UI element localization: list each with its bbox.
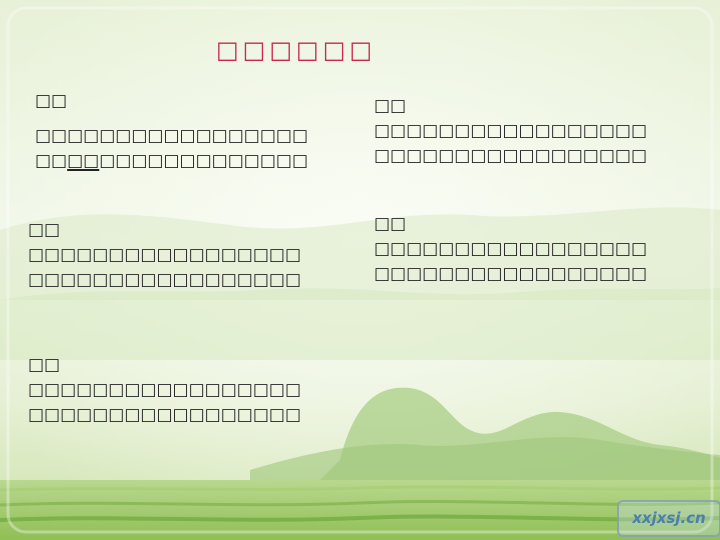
text-block-3: □□ □□□□□□□□□□□□□□□□□ □□□□□□□□□□□□□□□□□ xyxy=(28,218,301,293)
block-line: □□□□□□□□□□□□□□□□□ xyxy=(374,239,648,259)
block-line: □□□□□□□□□□□□□□□□□ xyxy=(374,264,648,284)
block-line: □□□□□□□□□□□□□□□□□ xyxy=(28,270,302,290)
block-line: □□□□□□□□□□□□□□□□□ xyxy=(28,405,302,425)
block-line: □□□□□□□□□□□□□□□□□ xyxy=(374,121,648,141)
text-block-4: □□ □□□□□□□□□□□□□□□□□ □□□□□□□□□□□□□□□□□ xyxy=(374,212,647,287)
underlined-text: □□ xyxy=(67,151,100,171)
block-line: □□□□□□□□□□□□□□□□□ xyxy=(28,380,302,400)
block-line: □□□□□□□□□□□□□□□□□ xyxy=(35,126,309,146)
block-line: □□□□□□□□□□□□□□□□□ xyxy=(35,151,309,171)
block-line: □□□□□□□□□□□□□□□□□ xyxy=(374,146,648,166)
text-block-1: □□ □□□□□□□□□□□□□□□□□ □□□□□□□□□□□□□□□□□ xyxy=(35,89,308,174)
block-label: □□ xyxy=(374,96,407,116)
block-label: □□ xyxy=(35,91,68,111)
block-label: □□ xyxy=(374,214,407,234)
block-line: □□□□□□□□□□□□□□□□□ xyxy=(28,245,302,265)
site-watermark: xxjxsj.cn xyxy=(617,500,720,537)
text-block-2: □□ □□□□□□□□□□□□□□□□□ □□□□□□□□□□□□□□□□□ xyxy=(374,94,647,169)
block-label: □□ xyxy=(28,355,61,375)
slide-title: □□□□□□ xyxy=(216,36,377,64)
block-label: □□ xyxy=(28,220,61,240)
text-block-5: □□ □□□□□□□□□□□□□□□□□ □□□□□□□□□□□□□□□□□ xyxy=(28,353,301,428)
